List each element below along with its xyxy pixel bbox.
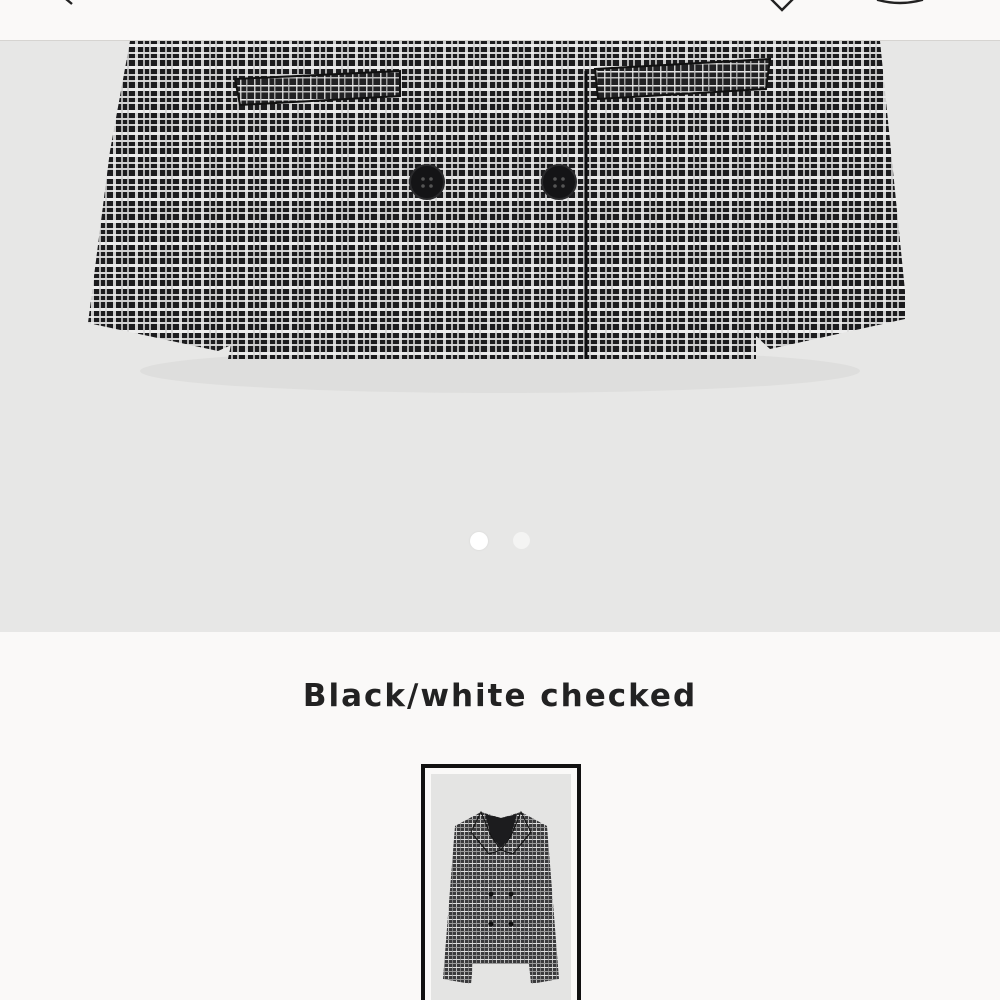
gallery-dot-1[interactable] — [470, 532, 488, 550]
heart-icon[interactable] — [760, 0, 804, 12]
product-page: Black/white checked — [0, 0, 1000, 1000]
selected-color-name: Black/white checked — [302, 678, 698, 714]
shopping-bag-icon[interactable] — [870, 0, 930, 8]
product-image-gallery[interactable] — [0, 41, 1000, 632]
color-swatch-black-white-checked[interactable] — [421, 764, 581, 1000]
top-navigation-bar — [0, 0, 1000, 41]
gallery-pagination — [0, 532, 1000, 552]
chevron-left-icon[interactable] — [52, 0, 80, 8]
gallery-dot-2[interactable] — [513, 532, 530, 549]
jacket-thumbnail-image — [443, 810, 559, 984]
color-selection-section: Black/white checked — [0, 633, 1000, 1000]
color-swatch-thumbnail — [431, 774, 571, 1000]
